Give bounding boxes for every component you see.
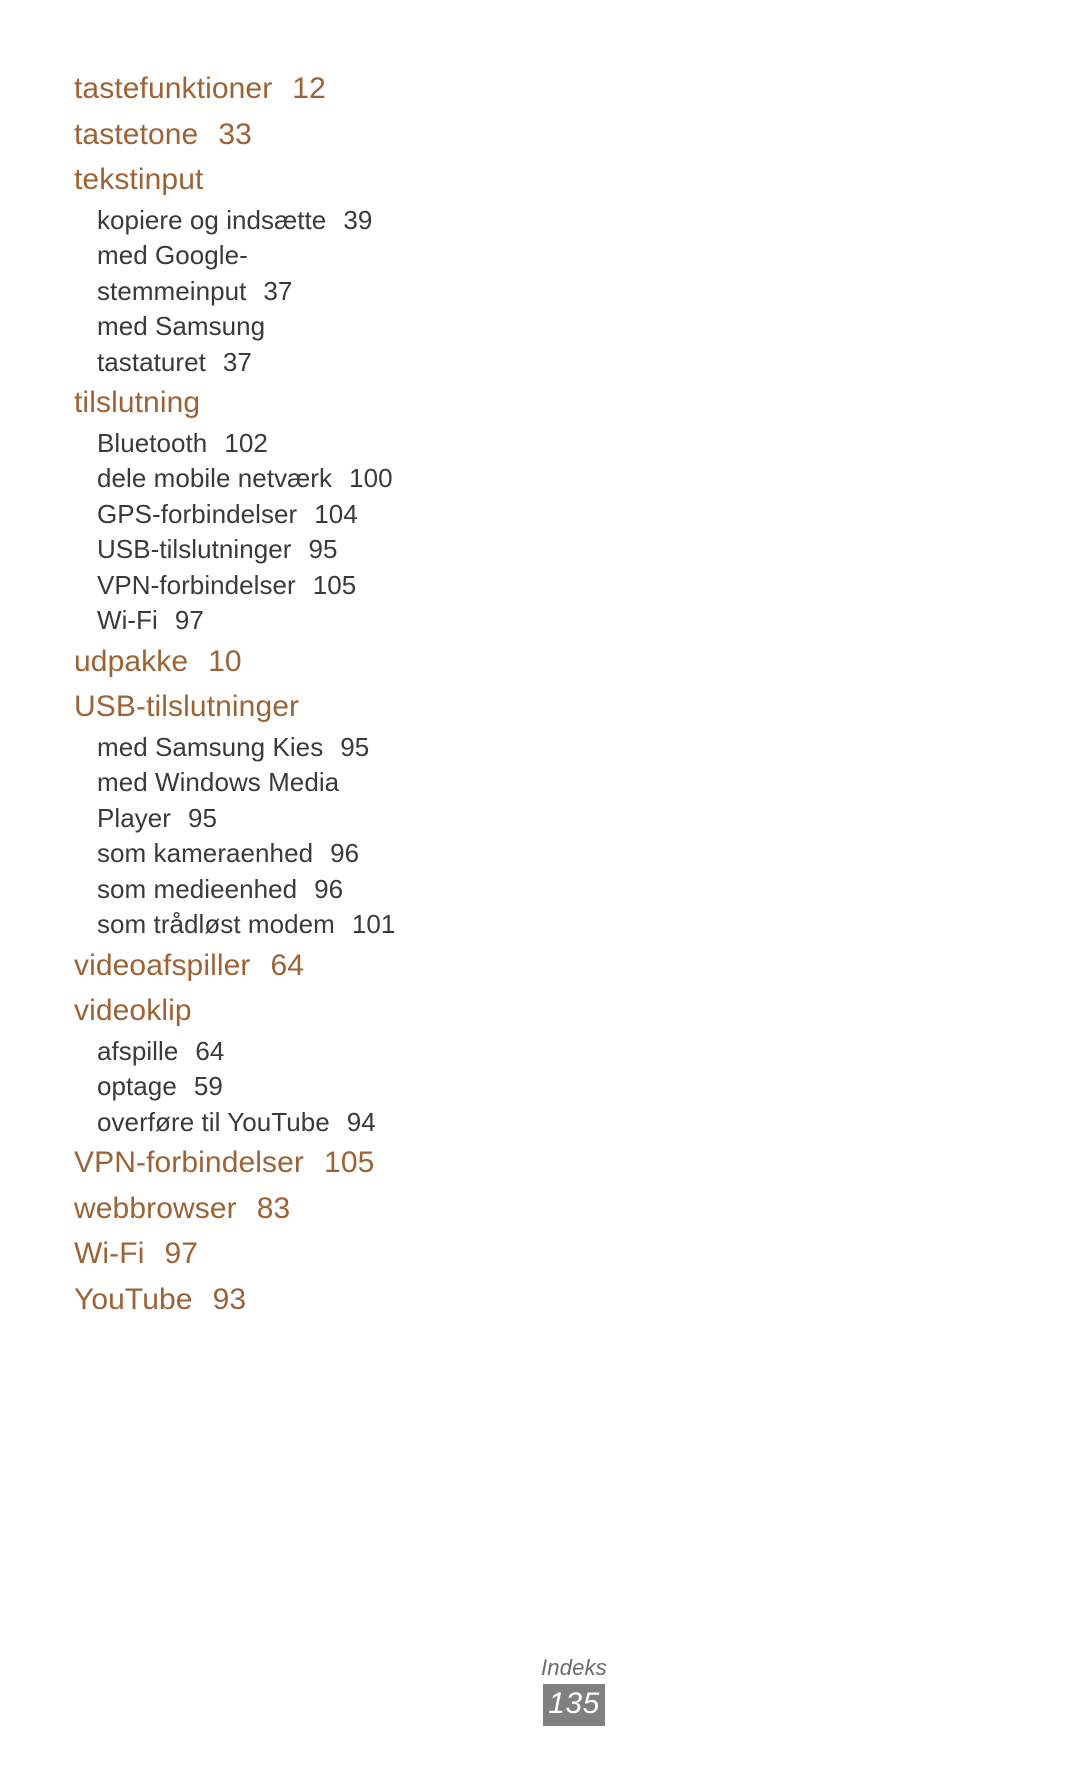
index-main-entry: VPN-forbindelser 105 [74, 1140, 634, 1186]
index-main-entry: YouTube 93 [74, 1277, 634, 1323]
index-main-entry-page-number: 83 [256, 1191, 291, 1225]
index-subentry-label: som trådløst modem [97, 909, 335, 939]
index-main-entry-label: USB-tilslutninger [74, 690, 300, 723]
index-subentry-label: USB-tilslutninger [97, 534, 292, 564]
index-main-entry-label: tastefunktioner [74, 72, 273, 105]
index-subentry: kopiere og indsætte 39 [97, 203, 634, 239]
index-subentry: som kameraenhed 96 [97, 836, 634, 872]
index-subentry: med Samsung [97, 309, 634, 345]
index-subentry-page-number: 95 [340, 731, 370, 762]
index-subentry: afspille 64 [97, 1034, 634, 1070]
index-subentry-page-number: 64 [195, 1035, 225, 1066]
index-subentry-page-number: 97 [174, 605, 204, 635]
index-subentry-list: kopiere og indsætte 39 med Google-stemmein… [74, 203, 634, 381]
index-subentry-label: med Google- [97, 240, 248, 270]
index-main-entry-label: tastetone [74, 117, 199, 151]
index-subentry-label: optage [97, 1071, 177, 1101]
index-main-entry-label: VPN-forbindelser [74, 1146, 305, 1179]
index-entry-list: tastefunktioner 12 tastetone 33 tekstinput ko… [74, 66, 634, 1322]
index-subentry-label: GPS-forbindelser [97, 498, 298, 529]
footer-section-label: Indeks [540, 1655, 608, 1680]
index-main-entry-page-number: 105 [324, 1146, 375, 1179]
index-subentry: tastaturet 37 [97, 345, 634, 381]
index-subentry: dele mobile netværk 100 [97, 461, 634, 497]
index-main-entry: USB-tilslutninger [74, 684, 634, 730]
index-subentry: med Google- [97, 238, 634, 274]
index-subentry-label: stemmeinput [97, 275, 247, 306]
index-subentry: GPS-forbindelser 104 [97, 497, 634, 533]
index-subentry-label: med Samsung Kies [97, 731, 324, 762]
index-main-entry: tekstinput [74, 157, 634, 203]
index-main-entry-page-number: 93 [212, 1282, 247, 1316]
index-subentry-page-number: 105 [312, 569, 357, 600]
index-main-entry-label: udpakke [74, 644, 189, 678]
index-subentry: som medieenhed 96 [97, 872, 634, 908]
index-subentry: som trådløst modem 101 [97, 907, 634, 943]
index-main-entry: tastetone 33 [74, 112, 634, 158]
page-footer: Indeks 135 [0, 1655, 1080, 1726]
index-subentry-page-number: 37 [222, 346, 252, 377]
index-subentry-list: afspille 64 optage 59 overføre til YouTube 94 [74, 1034, 634, 1141]
index-main-entry-label: tekstinput [74, 163, 204, 196]
index-main-entry: tastefunktioner 12 [74, 66, 634, 112]
index-subentry-label: overføre til YouTube [97, 1106, 330, 1137]
index-subentry: med Windows Media [97, 765, 634, 801]
index-subentry: VPN-forbindelser 105 [97, 568, 634, 604]
index-main-entry: tilslutning [74, 380, 634, 426]
index-main-entry: webbrowser 83 [74, 1186, 634, 1232]
index-subentry-label: tastaturet [97, 346, 206, 377]
index-main-entry-page-number: 12 [292, 72, 326, 105]
index-main-entry-page-number: 10 [208, 644, 242, 678]
index-subentry-label: Player [97, 802, 171, 833]
index-subentry: stemmeinput 37 [97, 274, 634, 310]
index-subentry-label: afspille [97, 1035, 179, 1066]
index-subentry-label: dele mobile netværk [97, 463, 333, 493]
index-subentry-page-number: 101 [351, 909, 396, 939]
index-subentry-page-number: 96 [314, 873, 344, 904]
index-main-entry: Wi-Fi 97 [74, 1231, 634, 1277]
footer-page-number: 135 [543, 1684, 605, 1726]
index-page: tastefunktioner 12 tastetone 33 tekstinput ko… [0, 0, 1080, 1771]
index-subentry-page-number: 39 [343, 204, 373, 235]
index-main-entry-page-number: 97 [164, 1237, 199, 1270]
index-subentry: Bluetooth 102 [97, 426, 634, 462]
footer-page-number-wrapper: 135 [68, 1684, 1080, 1726]
index-main-entry-page-number: 33 [218, 117, 252, 151]
index-main-entry: udpakke 10 [74, 639, 634, 685]
index-subentry: Wi-Fi 97 [97, 603, 634, 639]
index-main-entry: videoklip [74, 988, 634, 1034]
index-main-entry-label: videoklip [74, 994, 192, 1027]
index-subentry-label: Wi-Fi [97, 605, 158, 635]
index-subentry-page-number: 59 [193, 1071, 223, 1101]
index-subentry-label: Bluetooth [97, 427, 208, 458]
index-subentry-list: med Samsung Kies 95 med Windows Media Playe… [74, 730, 634, 943]
index-subentry-label: VPN-forbindelser [97, 569, 296, 600]
index-subentry-page-number: 100 [349, 463, 393, 493]
index-main-entry-label: tilslutning [74, 386, 201, 419]
index-main-entry: videoafspiller 64 [74, 943, 634, 989]
index-main-entry-page-number: 64 [270, 948, 305, 982]
index-subentry-label: med Samsung [97, 311, 266, 341]
index-subentry-label: som medieenhed [97, 873, 298, 904]
index-subentry-page-number: 104 [314, 498, 358, 529]
index-main-entry-label: YouTube [74, 1282, 193, 1316]
index-subentry-label: som kameraenhed [97, 838, 314, 868]
index-subentry-page-number: 96 [330, 838, 360, 868]
index-main-entry-label: videoafspiller [74, 948, 251, 982]
index-main-entry-label: Wi-Fi [74, 1237, 145, 1270]
index-subentry-list: Bluetooth 102 dele mobile netværk 100 GPS-fo… [74, 426, 634, 639]
index-subentry: med Samsung Kies 95 [97, 730, 634, 766]
index-subentry-page-number: 37 [263, 275, 293, 306]
index-subentry: overføre til YouTube 94 [97, 1105, 634, 1141]
index-subentry: Player 95 [97, 801, 634, 837]
index-subentry: USB-tilslutninger 95 [97, 532, 634, 568]
index-subentry-label: kopiere og indsætte [97, 204, 327, 235]
index-subentry-label: med Windows Media [97, 767, 340, 797]
index-subentry-page-number: 95 [188, 802, 218, 833]
index-subentry-page-number: 94 [346, 1106, 376, 1137]
index-subentry-page-number: 95 [308, 534, 338, 564]
index-subentry: optage 59 [97, 1069, 634, 1105]
index-main-entry-label: webbrowser [74, 1191, 237, 1225]
index-subentry-page-number: 102 [224, 427, 268, 458]
